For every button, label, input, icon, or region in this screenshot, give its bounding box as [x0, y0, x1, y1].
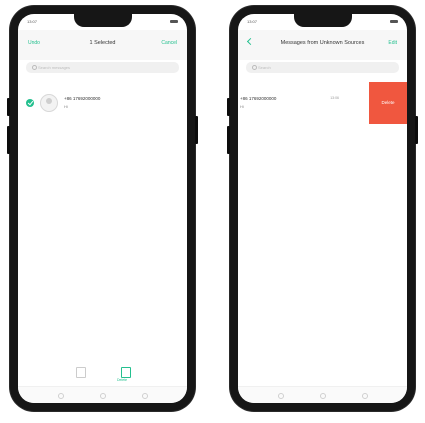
delete-label: Delete: [381, 100, 395, 105]
power-button: [195, 116, 198, 144]
nav-back[interactable]: [142, 393, 148, 399]
list-item[interactable]: +86 17692000000 Hi 13:06 Delete: [238, 82, 407, 124]
search-input[interactable]: Search messages: [26, 62, 179, 73]
nav-back[interactable]: [362, 393, 368, 399]
search-input[interactable]: Search: [246, 62, 399, 73]
search-placeholder: Search: [258, 65, 271, 70]
header: Undo 1 Selected Cancel: [18, 30, 187, 60]
nav-menu[interactable]: [58, 393, 64, 399]
battery-icon: [170, 20, 178, 23]
battery-icon: [390, 20, 398, 23]
nav-home[interactable]: [320, 393, 326, 399]
delete-label: Delete: [117, 378, 128, 382]
swipe-delete-button[interactable]: Delete: [369, 82, 407, 124]
page-title: Messages from Unknown Sources: [280, 40, 365, 46]
search-icon: [252, 65, 257, 70]
phone-right: 13:07 Messages from Unknown Sources Edit…: [227, 6, 418, 411]
volume-button: [7, 98, 10, 116]
notch: [293, 14, 352, 27]
search-icon: [32, 65, 37, 70]
cancel-button[interactable]: Cancel: [161, 40, 177, 46]
nav-bar: [238, 386, 407, 403]
power-button: [415, 116, 418, 144]
message-sender: +86 17692000000: [240, 96, 277, 101]
phone-left: 13:07 Undo 1 Selected Cancel Search mess…: [7, 6, 198, 411]
status-time: 13:07: [27, 19, 38, 24]
checkmark-icon[interactable]: [26, 99, 34, 107]
screen-right: 13:07 Messages from Unknown Sources Edit…: [238, 14, 407, 403]
status-time: 13:07: [247, 19, 258, 24]
header: Messages from Unknown Sources Edit: [238, 30, 407, 60]
list-item[interactable]: +86 17692000000 Hi: [18, 88, 187, 118]
message-preview: Hi: [64, 104, 68, 109]
volume-button: [227, 98, 230, 116]
volume-button: [7, 126, 10, 154]
nav-menu[interactable]: [278, 393, 284, 399]
trash-icon[interactable]: [121, 367, 131, 378]
notch: [73, 14, 132, 27]
message-time: 13:06: [330, 96, 339, 100]
nav-home[interactable]: [100, 393, 106, 399]
nav-bar: [18, 386, 187, 403]
volume-button: [227, 126, 230, 154]
message-sender: +86 17692000000: [64, 96, 101, 101]
edit-button[interactable]: Edit: [388, 40, 397, 46]
copy-icon[interactable]: [76, 367, 86, 378]
screen-left: 13:07 Undo 1 Selected Cancel Search mess…: [18, 14, 187, 403]
search-placeholder: Search messages: [38, 65, 71, 70]
avatar-icon: [40, 94, 58, 112]
bottom-toolbar: Delete: [18, 359, 187, 387]
message-preview: Hi: [240, 104, 244, 109]
